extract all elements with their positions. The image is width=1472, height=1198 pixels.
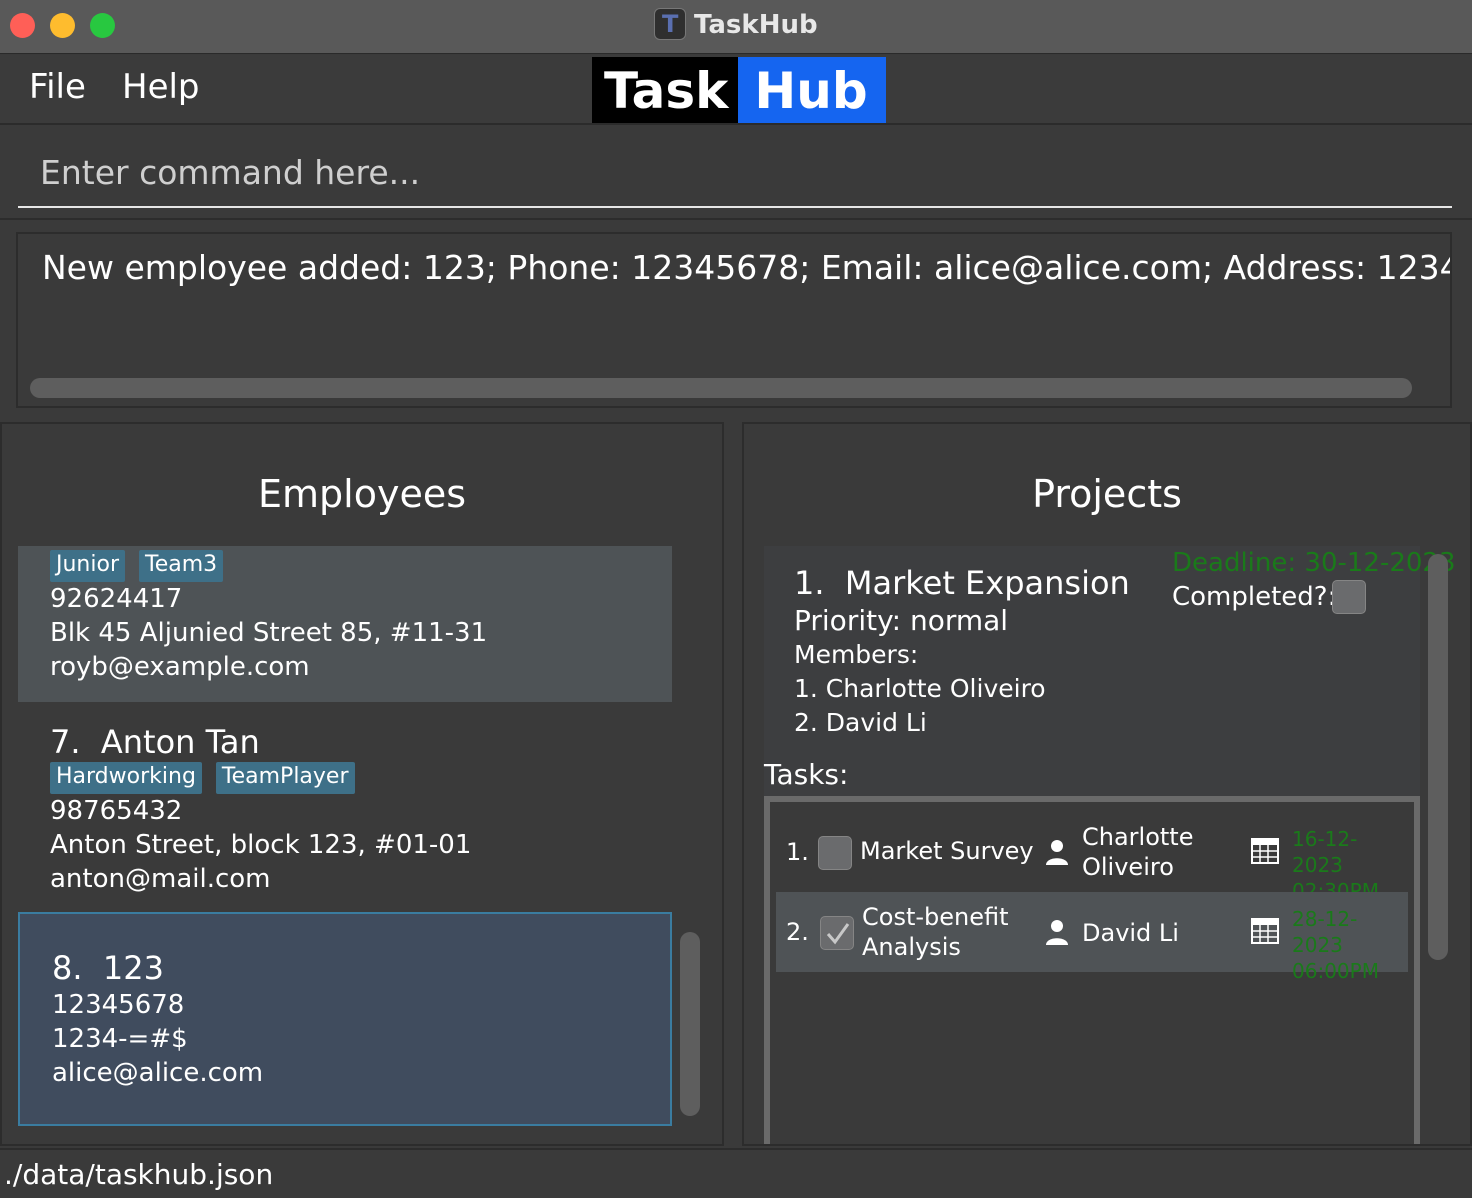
employee-email: anton@mail.com — [50, 864, 271, 894]
employee-name-line: 8. 123 — [52, 948, 670, 988]
minimize-window-button[interactable] — [50, 13, 75, 38]
task-done-checkbox[interactable] — [818, 836, 852, 870]
project-list-scrollbar[interactable] — [1428, 554, 1448, 960]
app-icon: T — [654, 8, 686, 40]
task-list: 1. Market Survey Charlotte Oliveiro 16-1… — [764, 796, 1420, 1144]
projects-panel: Projects 1. Market Expansion Priority: n… — [742, 422, 1472, 1146]
taskhub-logo: Task Hub — [592, 57, 886, 123]
employee-list[interactable]: Junior Team3 92624417 Blk 45 Aljunied St… — [18, 546, 674, 1136]
command-box — [18, 142, 1452, 208]
menu-bar: File Help Task Hub — [0, 55, 1472, 125]
employee-address: Blk 45 Aljunied Street 85, #11-31 — [50, 618, 488, 648]
task-deadline: 28-12-2023 06:00PM — [1292, 906, 1408, 984]
employee-card-partial[interactable]: Junior Team3 92624417 Blk 45 Aljunied St… — [18, 546, 672, 702]
project-completed-checkbox[interactable] — [1332, 580, 1366, 614]
employee-list-scrollbar[interactable] — [680, 932, 700, 1116]
task-name: Cost-benefit Analysis — [862, 902, 1009, 962]
task-name: Market Survey — [860, 837, 1034, 865]
task-time: 06:00PM — [1292, 959, 1379, 983]
task-index: 2. — [786, 918, 809, 946]
checkmark-icon — [826, 923, 850, 945]
employee-phone: 12345678 — [52, 990, 185, 1020]
task-member-line: Charlotte — [1082, 823, 1194, 851]
project-member: 2. David Li — [794, 708, 927, 737]
tag: Team3 — [139, 550, 224, 582]
close-window-button[interactable] — [10, 13, 35, 38]
employee-index: 7. — [50, 723, 81, 761]
employees-title: Employees — [258, 472, 466, 516]
employee-email: alice@alice.com — [52, 1058, 264, 1088]
tag: TeamPlayer — [215, 762, 355, 794]
task-member: Charlotte Oliveiro — [1082, 822, 1193, 882]
employee-phone: 98765432 — [50, 796, 183, 826]
person-icon — [1046, 840, 1068, 865]
employee-address: Anton Street, block 123, #01-01 — [50, 830, 472, 860]
divider — [0, 218, 1472, 220]
task-row[interactable]: 1. Market Survey Charlotte Oliveiro 16-1… — [776, 812, 1408, 903]
employee-name: Anton Tan — [100, 723, 260, 761]
menu-file[interactable]: File — [29, 67, 86, 107]
logo-task-text: Task — [592, 57, 739, 123]
calendar-icon — [1251, 918, 1279, 944]
command-input[interactable] — [18, 142, 1452, 202]
task-name-line: Analysis — [862, 933, 961, 961]
project-index: 1. — [794, 564, 825, 602]
project-priority: Priority: normal — [794, 604, 1009, 637]
employees-panel: Employees Junior Team3 92624417 Blk 45 A… — [0, 422, 724, 1146]
project-card[interactable]: 1. Market Expansion Priority: normal Mem… — [764, 546, 1456, 1144]
task-date: 28-12-2023 — [1292, 907, 1358, 957]
employee-tags: Junior Team3 — [50, 550, 672, 582]
task-member: David Li — [1082, 918, 1179, 948]
task-member-line: David Li — [1082, 919, 1179, 947]
employee-name-line: 7. Anton Tan — [50, 722, 672, 762]
employee-name: 123 — [102, 949, 164, 987]
menu-help[interactable]: Help — [122, 67, 200, 107]
employee-address: 1234-=#$ — [52, 1024, 188, 1054]
task-member-line: Oliveiro — [1082, 853, 1174, 881]
save-file-path: ./data/taskhub.json — [4, 1158, 274, 1191]
calendar-icon — [1251, 838, 1279, 864]
task-done-checkbox[interactable] — [820, 916, 854, 950]
result-display: New employee added: 123; Phone: 12345678… — [16, 232, 1452, 408]
task-name-line: Cost-benefit — [862, 903, 1009, 931]
tag: Hardworking — [50, 762, 202, 794]
project-title: 1. Market Expansion — [794, 564, 1130, 602]
window-title: TaskHub — [694, 10, 818, 40]
employee-card[interactable]: 7. Anton Tan Hardworking TeamPlayer 9876… — [18, 722, 672, 912]
employee-phone: 92624417 — [50, 584, 183, 614]
task-index: 1. — [786, 838, 809, 866]
tag: Junior — [50, 550, 125, 582]
project-completed-label: Completed?: — [1172, 582, 1337, 612]
task-row[interactable]: 2. Cost-benefit Analysis David Li 28-12-… — [776, 892, 1408, 983]
person-icon — [1046, 920, 1068, 945]
result-horizontal-scrollbar[interactable] — [30, 378, 1412, 398]
project-name: Market Expansion — [844, 564, 1130, 602]
projects-title: Projects — [1032, 472, 1182, 516]
logo-hub-text: Hub — [738, 57, 886, 123]
title-bar: T TaskHub — [0, 0, 1472, 54]
project-member: 1. Charlotte Oliveiro — [794, 674, 1046, 703]
maximize-window-button[interactable] — [90, 13, 115, 38]
task-date: 16-12-2023 — [1292, 827, 1358, 877]
tasks-label: Tasks: — [764, 758, 849, 791]
result-text: New employee added: 123; Phone: 12345678… — [42, 248, 1450, 287]
employee-index: 8. — [52, 949, 83, 987]
employee-email: royb@example.com — [50, 652, 310, 682]
status-bar: ./data/taskhub.json — [0, 1148, 1472, 1198]
employee-tags: Hardworking TeamPlayer — [50, 762, 672, 794]
project-members-label: Members: — [794, 640, 919, 669]
employee-card-selected[interactable]: 8. 123 12345678 1234-=#$ alice@alice.com — [18, 912, 672, 1126]
project-deadline: Deadline: 30-12-2023 — [1172, 548, 1456, 578]
